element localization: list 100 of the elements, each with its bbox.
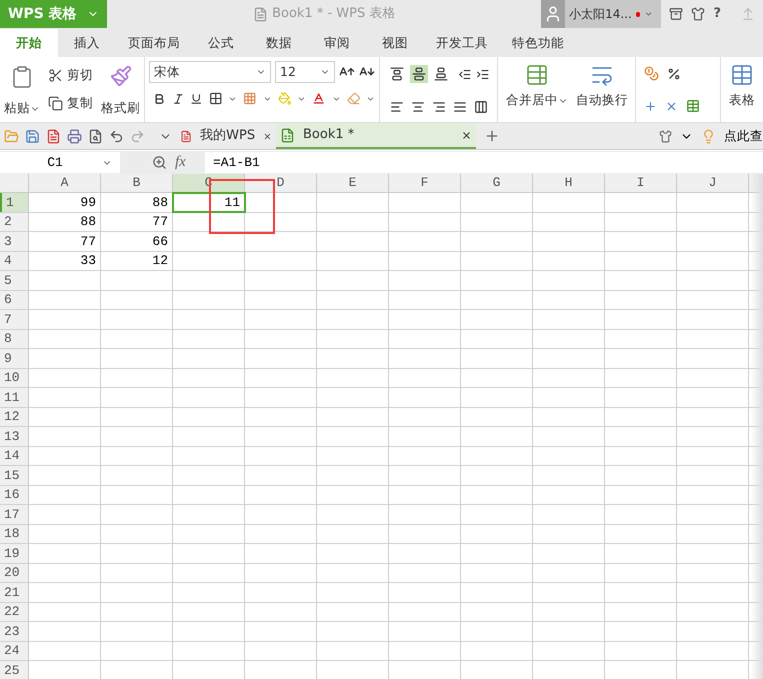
print-preview-icon[interactable] — [88, 128, 103, 144]
column-header[interactable]: H — [533, 174, 605, 192]
italic-icon[interactable] — [172, 92, 184, 106]
row-header[interactable]: 5 — [0, 271, 29, 290]
menu-tab[interactable]: 开发工具 — [424, 29, 500, 57]
wrap-text-button[interactable]: 自动换行 — [576, 63, 628, 110]
theme-icon[interactable] — [659, 130, 672, 142]
menu-tab[interactable]: 页面布局 — [116, 29, 192, 57]
bold-icon[interactable] — [153, 92, 166, 106]
column-header[interactable]: J — [677, 174, 749, 192]
merge-cells-icon — [525, 63, 549, 88]
row-header[interactable]: 17 — [0, 505, 29, 524]
menu-tab[interactable]: 审阅 — [308, 29, 366, 57]
row-header[interactable]: 20 — [0, 564, 29, 582]
table-cell[interactable]: 66 — [101, 232, 173, 250]
row-header[interactable]: 4 — [0, 252, 29, 270]
table-cell[interactable]: 88 — [101, 193, 173, 212]
row-header[interactable]: 14 — [0, 446, 29, 465]
vertical-align-button[interactable] — [432, 65, 450, 84]
menu-tab[interactable]: 开始 — [0, 29, 58, 57]
row-header[interactable]: 18 — [0, 524, 29, 543]
menu-tab[interactable]: 特色功能 — [500, 29, 576, 57]
vertical-align-button[interactable] — [410, 65, 428, 84]
document-tab[interactable]: Book1 * — [276, 123, 476, 149]
document-icon — [253, 6, 268, 22]
row-header[interactable]: 25 — [0, 661, 29, 679]
column-header[interactable]: G — [461, 174, 533, 192]
table-cell[interactable]: 77 — [29, 232, 101, 250]
table-cell[interactable]: 12 — [101, 252, 173, 270]
vertical-align-button[interactable] — [388, 65, 406, 84]
search-hint[interactable]: 点此查 — [724, 126, 763, 146]
borders-icon[interactable] — [208, 91, 222, 106]
row-header[interactable]: 7 — [0, 310, 29, 328]
column-header[interactable]: E — [317, 174, 389, 192]
merge-center-button[interactable]: 合并居中 — [506, 63, 568, 110]
row-header[interactable]: 2 — [0, 212, 29, 231]
row-header[interactable]: 9 — [0, 349, 29, 368]
table-cell[interactable]: 88 — [29, 212, 101, 231]
row-header[interactable]: 6 — [0, 290, 29, 309]
underline-icon[interactable] — [190, 92, 203, 106]
font-name-dropdown[interactable]: 宋体 — [149, 61, 271, 83]
save-icon[interactable] — [25, 128, 40, 144]
paste-button[interactable]: 粘贴 — [4, 99, 40, 118]
zoom-icon[interactable] — [152, 155, 167, 170]
close-icon[interactable] — [461, 130, 472, 140]
row-header[interactable]: 12 — [0, 408, 29, 426]
row-header[interactable]: 10 — [0, 368, 29, 387]
row-header[interactable]: 3 — [0, 232, 29, 250]
row-header[interactable]: 24 — [0, 642, 29, 660]
row-header[interactable]: 8 — [0, 330, 29, 348]
row-header[interactable]: 22 — [0, 602, 29, 621]
table-cell[interactable]: 33 — [29, 252, 101, 270]
column-header[interactable]: D — [245, 174, 317, 192]
row-header[interactable]: 11 — [0, 388, 29, 406]
align-center-icon[interactable] — [411, 100, 425, 114]
copy-icon — [48, 96, 63, 112]
table-cell[interactable]: 11 — [173, 193, 245, 212]
table-cell[interactable]: 77 — [101, 212, 173, 231]
distribute-icon[interactable] — [474, 100, 488, 114]
new-tab-icon[interactable] — [484, 128, 500, 144]
align-left-icon[interactable] — [390, 100, 404, 114]
undo-icon[interactable] — [109, 128, 124, 144]
format-painter-button[interactable]: 格式刷 — [101, 99, 140, 118]
font-size-dropdown[interactable]: 12 — [275, 61, 335, 83]
percent-icon[interactable] — [667, 66, 681, 80]
cell-style-icon[interactable] — [243, 91, 257, 106]
align-right-icon[interactable] — [432, 100, 446, 114]
row-header[interactable]: 23 — [0, 622, 29, 640]
row-header[interactable]: 15 — [0, 466, 29, 484]
formula-field[interactable]: =A1-B1 — [205, 152, 763, 173]
table-style-icon — [730, 63, 754, 88]
column-header[interactable]: F — [389, 174, 461, 192]
document-tab[interactable]: 我的WPS — [176, 123, 276, 149]
shirt-icon[interactable] — [691, 7, 706, 21]
format-painter-icon — [110, 65, 132, 87]
cut-button[interactable]: 剪切 — [44, 66, 97, 85]
menu-tab[interactable]: 公式 — [192, 29, 250, 57]
fill-color-icon[interactable] — [278, 91, 292, 106]
menu-tab[interactable]: 视图 — [366, 29, 424, 57]
column-header[interactable]: I — [605, 174, 677, 192]
menu-tab[interactable]: 数据 — [250, 29, 308, 57]
function-icon[interactable]: fx — [175, 151, 197, 174]
row-header[interactable]: 13 — [0, 427, 29, 446]
user-panel[interactable]: 小太阳14... — [541, 0, 662, 28]
window-title: Book1 * - WPS 表格 — [272, 5, 396, 24]
table-style-button[interactable]: 表格 — [721, 57, 763, 122]
lightbulb-icon — [701, 128, 716, 144]
row-header[interactable]: 21 — [0, 583, 29, 602]
row-header[interactable]: 1 — [0, 193, 29, 212]
font-color-icon[interactable] — [312, 91, 326, 106]
justify-icon[interactable] — [453, 100, 467, 114]
print-icon[interactable] — [67, 128, 82, 144]
menu-tab[interactable]: 插入 — [58, 29, 116, 57]
copy-button[interactable]: 复制 — [44, 94, 97, 114]
name-box[interactable]: C1 — [0, 152, 120, 173]
row-header[interactable]: 16 — [0, 486, 29, 504]
table-cell[interactable]: 99 — [29, 193, 101, 212]
row-header[interactable]: 19 — [0, 544, 29, 562]
help-button[interactable]: ? — [713, 4, 721, 24]
column-header[interactable]: A — [29, 174, 101, 192]
